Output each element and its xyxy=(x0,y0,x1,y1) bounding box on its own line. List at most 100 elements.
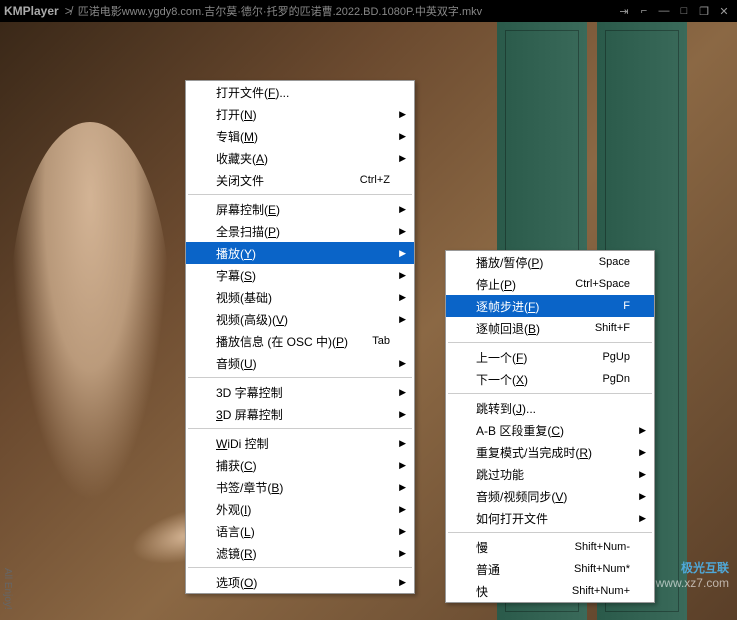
main-menu-item-4[interactable]: 关闭文件Ctrl+Z xyxy=(186,169,414,191)
menu-item-label: 下一个(X) xyxy=(476,371,602,388)
menu-item-label: 专辑(M) xyxy=(216,128,390,145)
submenu-arrow-icon: ▶ xyxy=(639,425,646,436)
main-menu-item-25[interactable]: 选项(O) ▶ xyxy=(186,571,414,593)
minimize-button[interactable]: — xyxy=(655,3,673,19)
menu-item-label: 快 xyxy=(476,583,572,600)
menu-item-shortcut: Shift+Num- xyxy=(575,541,630,553)
menu-item-label: 3D 字幕控制 xyxy=(216,384,390,401)
main-menu-item-21[interactable]: 外观(I) ▶ xyxy=(186,498,414,520)
main-menu-item-3[interactable]: 收藏夹(A)▶ xyxy=(186,147,414,169)
submenu-arrow-icon: ▶ xyxy=(399,270,406,281)
main-menu-item-7[interactable]: 全景扫描(P)▶ xyxy=(186,220,414,242)
watermark: 极光互联 www.xz7.com xyxy=(656,559,729,590)
sub-menu-item-11[interactable]: 跳过功能▶ xyxy=(446,463,654,485)
menu-item-shortcut: Shift+Num* xyxy=(574,563,630,575)
main-menu-item-22[interactable]: 语言(L)▶ xyxy=(186,520,414,542)
menu-item-label: 选项(O) xyxy=(216,574,390,591)
sub-menu-item-15[interactable]: 慢Shift+Num- xyxy=(446,536,654,558)
menu-item-shortcut: Ctrl+Z xyxy=(360,174,390,186)
menu-item-label: 打开(N) xyxy=(216,106,390,123)
menu-item-shortcut: F xyxy=(623,300,630,312)
submenu-arrow-icon: ▶ xyxy=(399,438,406,449)
submenu-arrow-icon: ▶ xyxy=(639,513,646,524)
close-button[interactable]: ✕ xyxy=(715,3,733,19)
vertical-slogan: All Enjoy! xyxy=(2,568,13,610)
submenu-arrow-icon: ▶ xyxy=(399,358,406,369)
sub-menu-item-9[interactable]: A-B 区段重复(C) ▶ xyxy=(446,419,654,441)
submenu-arrow-icon: ▶ xyxy=(639,491,646,502)
main-menu-item-15[interactable]: 3D 字幕控制▶ xyxy=(186,381,414,403)
menu-item-label: 播放(Y) xyxy=(216,245,390,262)
sub-menu-item-8[interactable]: 跳转到(J)... xyxy=(446,397,654,419)
sub-menu-item-17[interactable]: 快Shift+Num+ xyxy=(446,580,654,602)
menu-separator xyxy=(448,393,652,394)
main-menu-item-9[interactable]: 字幕(S) ▶ xyxy=(186,264,414,286)
submenu-arrow-icon: ▶ xyxy=(399,482,406,493)
maximize-button[interactable]: □ xyxy=(675,3,693,19)
sub-menu-item-3[interactable]: 逐帧回退(B)Shift+F xyxy=(446,317,654,339)
submenu-arrow-icon: ▶ xyxy=(399,248,406,259)
main-menu-item-10[interactable]: 视频(基础)▶ xyxy=(186,286,414,308)
menu-item-label: 视频(基础) xyxy=(216,289,390,306)
pin-button[interactable]: ⇥ xyxy=(615,3,633,19)
menu-item-label: 播放/暂停(P) xyxy=(476,254,599,271)
sub-menu-item-1[interactable]: 停止(P)Ctrl+Space xyxy=(446,273,654,295)
submenu-arrow-icon: ▶ xyxy=(399,504,406,515)
bolt-icon: ≯ xyxy=(65,4,72,18)
submenu-arrow-icon: ▶ xyxy=(399,548,406,559)
menu-item-label: WiDi 控制 xyxy=(216,435,390,452)
menu-separator xyxy=(448,532,652,533)
submenu-arrow-icon: ▶ xyxy=(399,577,406,588)
menu-item-shortcut: Shift+F xyxy=(595,322,630,334)
menu-item-label: 字幕(S) xyxy=(216,267,390,284)
menu-item-shortcut: Tab xyxy=(372,335,390,347)
submenu-arrow-icon: ▶ xyxy=(399,109,406,120)
main-menu-item-16[interactable]: 3D 屏幕控制▶ xyxy=(186,403,414,425)
menu-item-label: 播放信息 (在 OSC 中)(P) xyxy=(216,333,372,350)
sub-menu-item-2[interactable]: 逐帧步进(F)F xyxy=(446,295,654,317)
menu-item-shortcut: PgDn xyxy=(602,373,630,385)
main-menu-item-12[interactable]: 播放信息 (在 OSC 中)(P)Tab xyxy=(186,330,414,352)
menu-item-shortcut: PgUp xyxy=(602,351,630,363)
menu-item-label: A-B 区段重复(C) xyxy=(476,422,630,439)
sub-menu-item-12[interactable]: 音频/视频同步(V)▶ xyxy=(446,485,654,507)
sub-menu-item-10[interactable]: 重复模式/当完成时(R)▶ xyxy=(446,441,654,463)
sub-menu-item-5[interactable]: 上一个(F)PgUp xyxy=(446,346,654,368)
menu-item-shortcut: Space xyxy=(599,256,630,268)
main-menu-item-20[interactable]: 书签/章节(B)▶ xyxy=(186,476,414,498)
titlebar-left: KMPlayer ≯ 匹诺电影www.ygdy8.com.吉尔莫·德尔·托罗的匹… xyxy=(4,3,482,19)
context-menu: 打开文件(F)...打开(N)▶专辑(M)▶收藏夹(A)▶关闭文件Ctrl+Z屏… xyxy=(185,80,415,594)
menu-item-label: 语言(L) xyxy=(216,523,390,540)
sub-menu-item-0[interactable]: 播放/暂停(P)Space xyxy=(446,251,654,273)
compact-button[interactable]: ⌐ xyxy=(635,3,653,19)
sub-menu-item-16[interactable]: 普通Shift+Num* xyxy=(446,558,654,580)
menu-item-label: 上一个(F) xyxy=(476,349,602,366)
menu-item-label: 普通 xyxy=(476,561,574,578)
menu-separator xyxy=(188,428,412,429)
submenu-arrow-icon: ▶ xyxy=(399,153,406,164)
main-menu-item-13[interactable]: 音频(U) ▶ xyxy=(186,352,414,374)
sub-menu-item-6[interactable]: 下一个(X)PgDn xyxy=(446,368,654,390)
main-menu-item-11[interactable]: 视频(高级)(V)▶ xyxy=(186,308,414,330)
menu-item-label: 慢 xyxy=(476,539,575,556)
main-menu-item-18[interactable]: WiDi 控制 ▶ xyxy=(186,432,414,454)
menu-item-label: 视频(高级)(V) xyxy=(216,311,390,328)
main-menu-item-2[interactable]: 专辑(M)▶ xyxy=(186,125,414,147)
submenu-arrow-icon: ▶ xyxy=(399,226,406,237)
submenu-arrow-icon: ▶ xyxy=(399,409,406,420)
main-menu-item-8[interactable]: 播放(Y) ▶ xyxy=(186,242,414,264)
restore-button[interactable]: ❐ xyxy=(695,3,713,19)
menu-item-label: 停止(P) xyxy=(476,276,575,293)
main-menu-item-1[interactable]: 打开(N) ▶ xyxy=(186,103,414,125)
main-menu-item-0[interactable]: 打开文件(F)... xyxy=(186,81,414,103)
submenu-arrow-icon: ▶ xyxy=(639,469,646,480)
menu-item-label: 外观(I) xyxy=(216,501,390,518)
sub-menu-item-13[interactable]: 如何打开文件▶ xyxy=(446,507,654,529)
main-menu-item-6[interactable]: 屏幕控制(E)▶ xyxy=(186,198,414,220)
main-menu-item-19[interactable]: 捕获(C)▶ xyxy=(186,454,414,476)
menu-item-label: 逐帧步进(F) xyxy=(476,298,623,315)
menu-separator xyxy=(188,194,412,195)
main-menu-item-23[interactable]: 滤镜(R)▶ xyxy=(186,542,414,564)
menu-item-label: 打开文件(F)... xyxy=(216,84,390,101)
menu-item-label: 音频(U) xyxy=(216,355,390,372)
